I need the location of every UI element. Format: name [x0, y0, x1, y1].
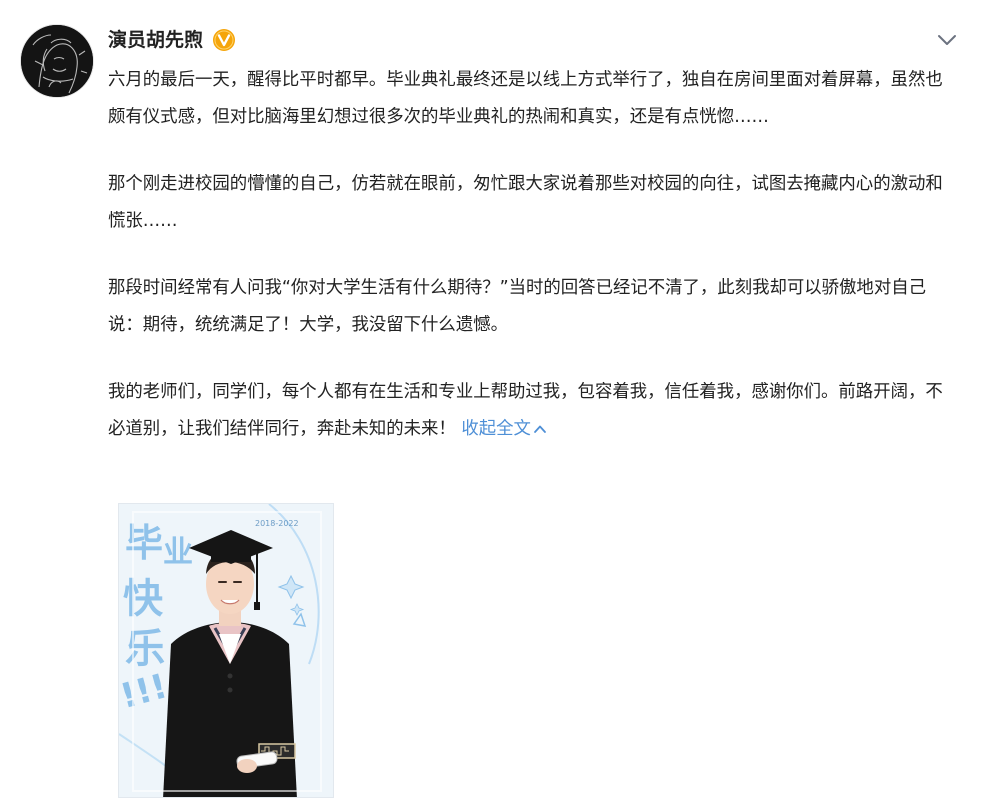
handwriting-char: 业 — [163, 535, 193, 570]
username[interactable]: 演员胡先煦 — [108, 26, 203, 54]
post-image[interactable]: 毕 业 快 乐 !!! 2018-2022 — [118, 503, 334, 798]
post-text: 六月的最后一天，醒得比平时都早。毕业典礼最终还是以线上方式举行了，独自在房间里面… — [108, 62, 958, 448]
collapse-full-text-link[interactable]: 收起全文 — [461, 419, 547, 439]
last-paragraph: 我的老师们，同学们，每个人都有在生活和专业上帮助过我，包容着我，信任着我，感谢你… — [108, 374, 958, 448]
handwriting-char: 毕 — [125, 521, 163, 565]
chevron-up-icon — [534, 425, 546, 433]
collapse-label: 收起全文 — [461, 419, 531, 439]
date-label: 2018-2022 — [255, 519, 299, 528]
handwriting-char: 快 — [123, 576, 164, 622]
weibo-post: 演员胡先煦 六月的最后一天，醒得比平时都早。毕业典礼最终还是以线上方式举行了，独… — [0, 0, 981, 798]
verified-badge-icon — [212, 28, 236, 52]
paragraph: 那段时间经常有人问我“你对大学生活有什么期待？”当时的回答已经记不清了，此刻我却… — [108, 278, 926, 335]
handwriting-char: 乐 — [125, 626, 165, 672]
paragraph: 那个刚走进校园的懵懂的自己，仿若就在眼前，匆忙跟大家说着那些对校园的向往，试图去… — [108, 174, 943, 231]
paragraph: 六月的最后一天，醒得比平时都早。毕业典礼最终还是以线上方式举行了，独自在房间里面… — [108, 70, 943, 127]
chevron-down-icon[interactable] — [934, 30, 960, 50]
avatar[interactable] — [20, 24, 94, 98]
avatar-image — [21, 25, 93, 97]
